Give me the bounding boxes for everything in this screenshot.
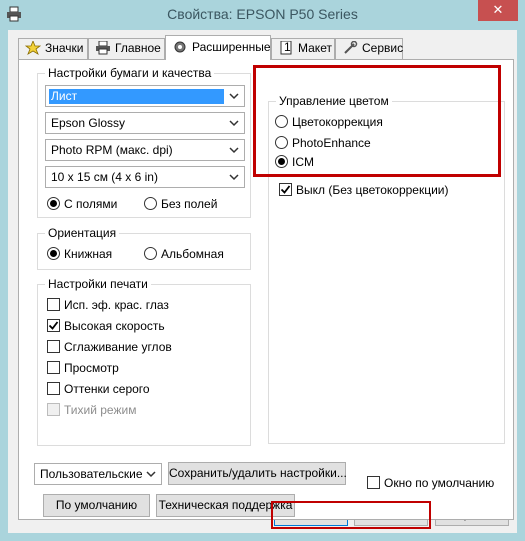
photoenhance-radio[interactable]: PhotoEnhance — [275, 136, 371, 150]
chevron-down-icon — [229, 147, 239, 154]
default-window-checkbox[interactable]: Окно по умолчанию — [367, 476, 494, 490]
title-bar[interactable]: Свойства: EPSON P50 Series ✕ — [0, 0, 525, 30]
group-title: Ориентация — [45, 226, 120, 240]
printer-icon — [96, 41, 110, 55]
landscape-radio[interactable]: Альбомная — [144, 247, 224, 261]
defaults-button[interactable]: По умолчанию — [43, 494, 150, 517]
chevron-down-icon — [229, 174, 239, 181]
preset-select[interactable]: Пользовательские — [34, 463, 162, 485]
paper-source-select[interactable]: Лист — [45, 85, 245, 107]
tab-label: Макет — [298, 41, 332, 55]
checkbox-label: Просмотр — [64, 361, 119, 375]
tab-main[interactable]: Главное — [88, 38, 165, 59]
radio-label: Цветокоррекция — [292, 115, 383, 129]
color-management-group: Управление цветом Цветокоррекция PhotoEn… — [268, 94, 505, 444]
checkbox-label: Выкл (Без цветокоррекции) — [296, 183, 449, 197]
with-margins-radio[interactable]: С полями — [47, 197, 117, 211]
orientation-group: Ориентация Книжная Альбомная — [37, 226, 251, 270]
tab-advanced[interactable]: Расширенные — [165, 35, 271, 60]
page-icon: 1 — [280, 41, 292, 55]
radio-label: Без полей — [161, 197, 218, 211]
edge-smoothing-checkbox[interactable]: Сглаживание углов — [47, 340, 172, 354]
wrench-icon — [344, 41, 358, 54]
radio-indicator — [275, 136, 288, 149]
portrait-radio[interactable]: Книжная — [47, 247, 112, 261]
group-title: Настройки печати — [45, 277, 151, 291]
borderless-radio[interactable]: Без полей — [144, 197, 217, 211]
checkbox-label: Исп. эф. крас. глаз — [64, 298, 169, 312]
window-title: Свойства: EPSON P50 Series — [167, 6, 358, 22]
selected-value: Epson Glossy — [51, 116, 126, 130]
high-speed-checkbox[interactable]: Высокая скорость — [47, 319, 165, 333]
tab-layout[interactable]: 1 Макет — [271, 38, 335, 59]
tab-label: Главное — [115, 41, 161, 55]
radio-label: С полями — [64, 197, 118, 211]
checkbox-indicator — [47, 298, 60, 311]
checkmark-icon — [48, 321, 59, 330]
tab-label: Расширенные — [192, 40, 271, 54]
quiet-mode-checkbox: Тихий режим — [47, 403, 136, 417]
advanced-tab-panel: Настройки бумаги и качества Лист Epson G… — [18, 59, 514, 520]
print-settings-group: Настройки печати Исп. эф. крас. глаз Выс… — [37, 277, 251, 446]
group-title: Управление цветом — [276, 94, 392, 108]
radio-indicator — [275, 155, 288, 168]
selected-value: Photo RPM (макс. dpi) — [51, 143, 173, 157]
checkmark-icon — [280, 185, 291, 194]
printer-properties-window: Свойства: EPSON P50 Series ✕ Значки Глав… — [0, 0, 525, 541]
checkbox-indicator — [367, 476, 380, 489]
group-title: Настройки бумаги и качества — [45, 66, 215, 80]
checkbox-label: Окно по умолчанию — [384, 476, 495, 490]
gear-icon — [174, 41, 186, 53]
radio-indicator — [144, 247, 157, 260]
radio-label: Альбомная — [161, 247, 224, 261]
checkbox-label: Высокая скорость — [64, 319, 165, 333]
chevron-down-icon — [229, 93, 239, 100]
tab-label: Значки — [45, 41, 84, 55]
checkbox-indicator — [47, 340, 60, 353]
checkbox-indicator — [47, 361, 60, 374]
radio-label: ICM — [292, 155, 314, 169]
tab-icons[interactable]: Значки — [18, 38, 88, 59]
close-button[interactable]: ✕ — [478, 0, 518, 21]
checkbox-indicator — [279, 183, 292, 196]
print-quality-select[interactable]: Photo RPM (макс. dpi) — [45, 139, 245, 161]
radio-label: PhotoEnhance — [292, 136, 371, 150]
preview-checkbox[interactable]: Просмотр — [47, 361, 119, 375]
tab-service[interactable]: Сервис — [335, 38, 403, 59]
checkbox-label: Тихий режим — [64, 403, 137, 417]
technical-support-button[interactable]: Техническая поддержка — [156, 494, 295, 517]
media-type-select[interactable]: Epson Glossy — [45, 112, 245, 134]
selected-value: 10 x 15 см (4 x 6 in) — [51, 170, 158, 184]
radio-indicator — [275, 115, 288, 128]
paper-size-select[interactable]: 10 x 15 см (4 x 6 in) — [45, 166, 245, 188]
checkbox-label: Оттенки серого — [64, 382, 150, 396]
color-off-checkbox[interactable]: Выкл (Без цветокоррекции) — [279, 183, 449, 197]
chevron-down-icon — [229, 120, 239, 127]
dialog-client-area: Значки Главное Расширенные 1 Макет Сервис… — [8, 30, 517, 533]
color-correction-radio[interactable]: Цветокоррекция — [275, 115, 383, 129]
red-eye-fix-checkbox[interactable]: Исп. эф. крас. глаз — [47, 298, 169, 312]
radio-label: Книжная — [64, 247, 113, 261]
checkbox-indicator — [47, 403, 60, 416]
selected-value: Пользовательские — [40, 467, 143, 481]
checkbox-indicator — [47, 319, 60, 332]
radio-indicator — [144, 197, 157, 210]
checkbox-label: Сглаживание углов — [64, 340, 172, 354]
paper-quality-group: Настройки бумаги и качества Лист Epson G… — [37, 66, 251, 218]
chevron-down-icon — [146, 471, 156, 478]
icm-radio[interactable]: ICM — [275, 155, 314, 169]
save-delete-settings-button[interactable]: Сохранить/удалить настройки... — [168, 462, 347, 485]
star-icon — [25, 41, 41, 55]
selected-value: Лист — [49, 89, 224, 104]
grayscale-checkbox[interactable]: Оттенки серого — [47, 382, 150, 396]
checkbox-indicator — [47, 382, 60, 395]
svg-text:1: 1 — [284, 41, 291, 54]
divider — [276, 174, 498, 175]
radio-indicator — [47, 247, 60, 260]
radio-indicator — [47, 197, 60, 210]
tab-label: Сервис — [362, 41, 404, 55]
